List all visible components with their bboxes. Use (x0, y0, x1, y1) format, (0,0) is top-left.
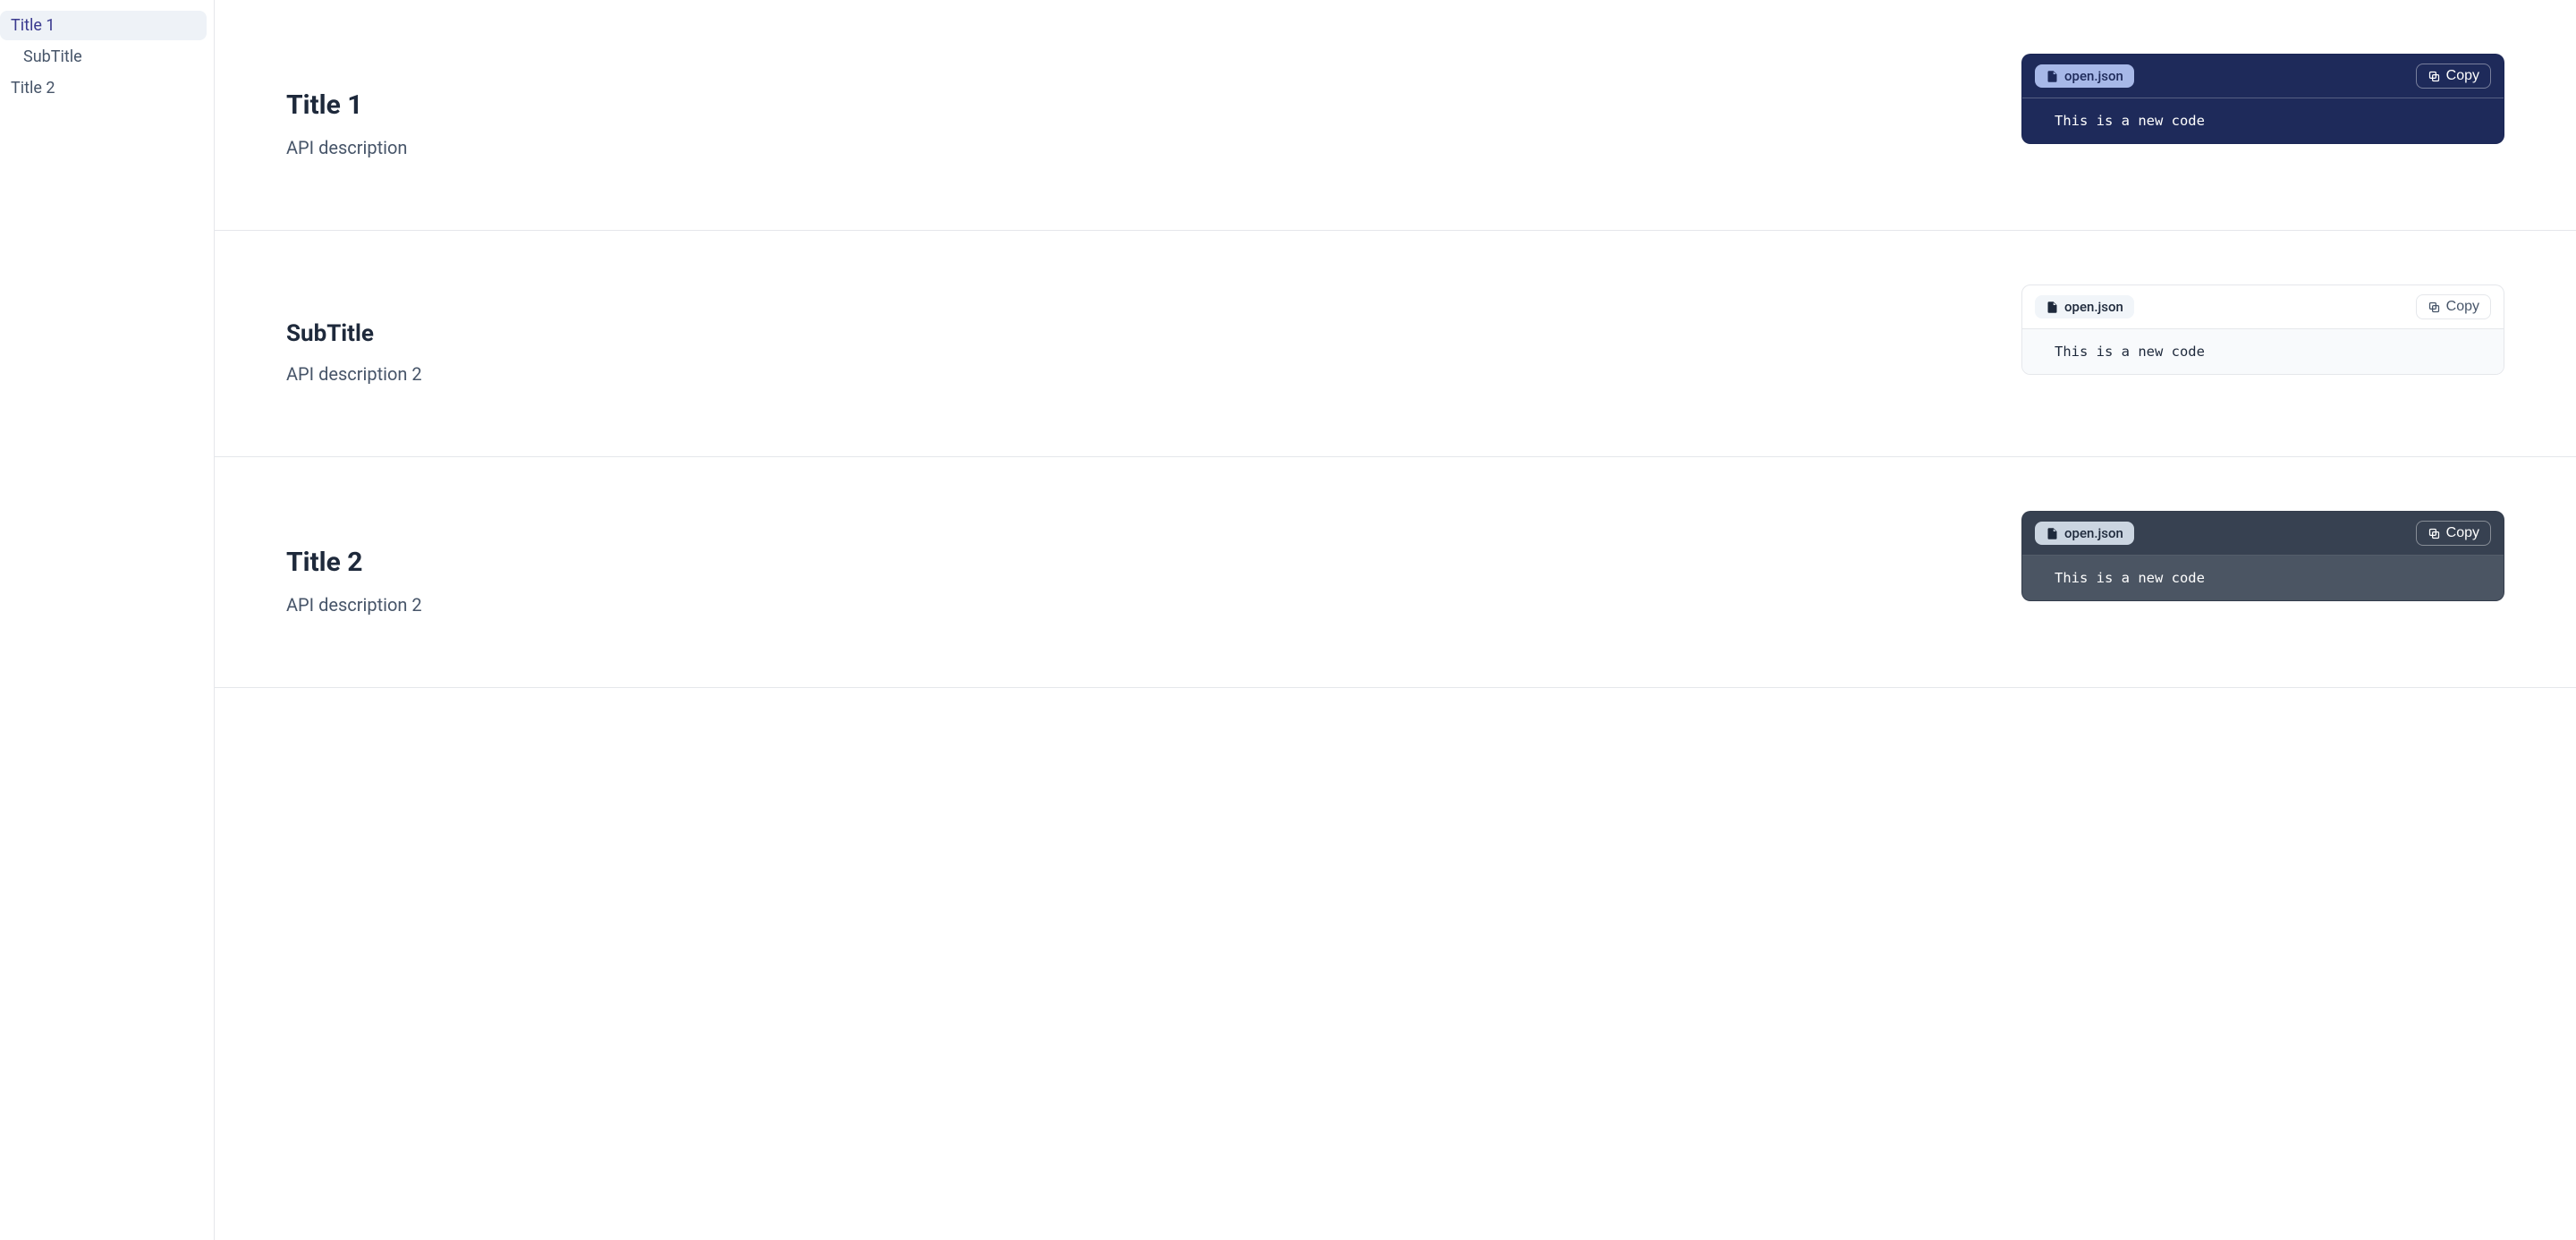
code-block: open.json Copy This is a new code (2021, 285, 2504, 375)
filename-chip: open.json (2035, 64, 2134, 88)
copy-button[interactable]: Copy (2416, 521, 2491, 546)
code-content: This is a new code (2022, 556, 2504, 600)
sidebar: Title 1 SubTitle Title 2 (0, 0, 215, 1240)
section-code: open.json Copy This is a new code (2021, 511, 2504, 616)
copy-label: Copy (2446, 525, 2479, 541)
code-block: open.json Copy This is a new code (2021, 54, 2504, 144)
copy-icon (2428, 301, 2441, 314)
main-content: Title 1 API description open.json Copy T… (215, 0, 2576, 1240)
code-header: open.json Copy (2022, 512, 2504, 556)
filename-label: open.json (2064, 525, 2123, 541)
copy-label: Copy (2446, 299, 2479, 315)
code-content: This is a new code (2022, 98, 2504, 143)
code-block: open.json Copy This is a new code (2021, 511, 2504, 601)
file-icon (2046, 301, 2059, 314)
filename-label: open.json (2064, 299, 2123, 315)
sidebar-item-label: Title 2 (11, 79, 55, 98)
section-title: Title 2 (286, 547, 1986, 578)
api-section: Title 2 API description 2 open.json Copy… (215, 457, 2576, 688)
section-description: API description 2 (286, 363, 1986, 385)
api-section: Title 1 API description open.json Copy T… (215, 0, 2576, 231)
code-header: open.json Copy (2022, 285, 2504, 329)
sidebar-item-subtitle[interactable]: SubTitle (0, 42, 207, 72)
api-section: SubTitle API description 2 open.json Cop… (215, 231, 2576, 457)
code-content: This is a new code (2022, 329, 2504, 374)
sidebar-item-title-1[interactable]: Title 1 (0, 11, 207, 40)
sidebar-item-label: SubTitle (23, 47, 82, 66)
copy-icon (2428, 70, 2441, 83)
sidebar-item-label: Title 1 (11, 16, 55, 35)
filename-label: open.json (2064, 68, 2123, 84)
section-title: Title 1 (286, 89, 1986, 121)
copy-icon (2428, 527, 2441, 540)
file-icon (2046, 527, 2059, 540)
filename-chip: open.json (2035, 522, 2134, 545)
section-text: Title 2 API description 2 (286, 511, 1986, 616)
section-description: API description (286, 137, 1986, 158)
section-text: SubTitle API description 2 (286, 285, 1986, 385)
code-header: open.json Copy (2022, 55, 2504, 98)
section-text: Title 1 API description (286, 54, 1986, 158)
copy-button[interactable]: Copy (2416, 64, 2491, 89)
file-icon (2046, 70, 2059, 83)
sidebar-item-title-2[interactable]: Title 2 (0, 73, 207, 103)
copy-button[interactable]: Copy (2416, 294, 2491, 319)
section-title: SubTitle (286, 320, 1986, 347)
section-description: API description 2 (286, 594, 1986, 616)
section-code: open.json Copy This is a new code (2021, 54, 2504, 158)
section-code: open.json Copy This is a new code (2021, 285, 2504, 385)
copy-label: Copy (2446, 68, 2479, 84)
filename-chip: open.json (2035, 295, 2134, 318)
